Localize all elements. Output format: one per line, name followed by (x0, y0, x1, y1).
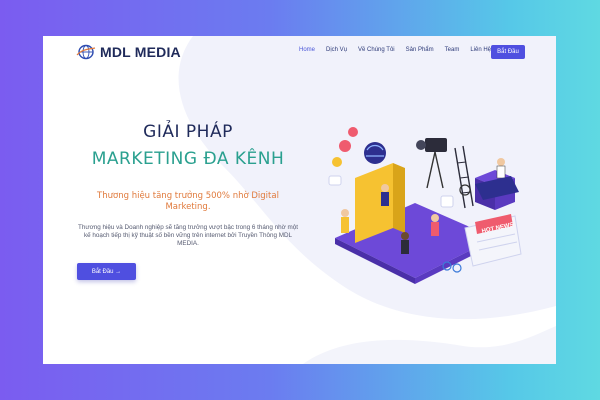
nav-item-team[interactable]: Team (445, 47, 460, 53)
hero-start-button[interactable]: Bắt Đầu → (77, 263, 136, 280)
hero-tagline: Thương hiệu tăng trưởng 500% nhờ Digital… (97, 191, 279, 212)
brand-name: MDL MEDIA (100, 44, 181, 60)
brand-logo[interactable]: MDL MEDIA (76, 44, 181, 60)
main-menu: Home Dịch Vụ Về Chúng Tôi Sản Phẩm Team … (299, 47, 502, 53)
digital-marketing-illustration: HOT NEWS (328, 127, 522, 284)
nav-item-about[interactable]: Về Chúng Tôi (358, 47, 395, 53)
nav-item-home[interactable]: Home (299, 47, 315, 53)
hero-description: Thương hiệu và Doanh nghiệp sẽ tăng trưở… (78, 224, 298, 247)
hero-title-line1: GIẢI PHÁP (143, 122, 233, 142)
page-frame: MDL MEDIA Home Dịch Vụ Về Chúng Tôi Sản … (43, 36, 556, 364)
nav-item-products[interactable]: Sản Phẩm (406, 47, 434, 53)
nav-item-services[interactable]: Dịch Vụ (326, 47, 347, 53)
nav-item-contact[interactable]: Liên Hệ (470, 47, 491, 53)
top-navbar: MDL MEDIA Home Dịch Vụ Về Chúng Tôi Sản … (43, 36, 556, 68)
globe-logo-icon (76, 44, 96, 60)
nav-start-button[interactable]: Bắt Đầu (491, 45, 525, 59)
hero-title-line2: MARKETING ĐA KÊNH (91, 149, 285, 169)
